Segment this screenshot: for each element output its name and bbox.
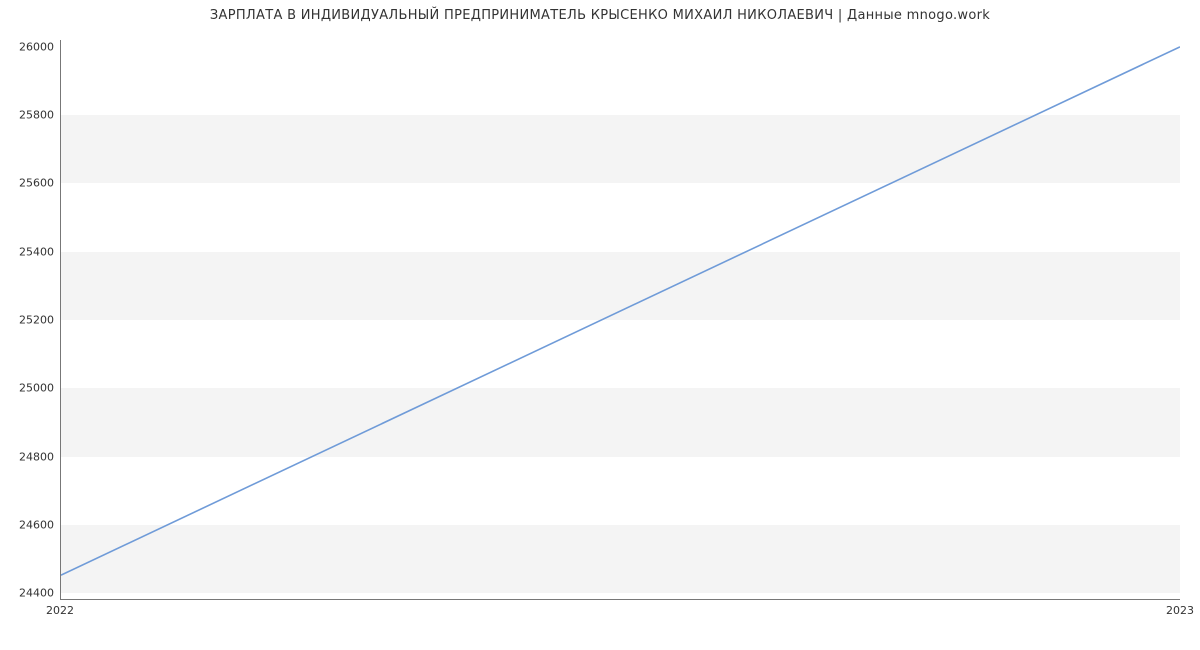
plot-area <box>60 40 1180 600</box>
y-tick-label: 25000 <box>4 382 54 395</box>
line-series <box>61 40 1180 599</box>
y-tick-label: 24600 <box>4 518 54 531</box>
y-tick-label: 25200 <box>4 314 54 327</box>
x-tick-label: 2023 <box>1166 604 1194 617</box>
x-tick-label: 2022 <box>46 604 74 617</box>
y-tick-label: 24800 <box>4 450 54 463</box>
y-tick-label: 25600 <box>4 177 54 190</box>
y-tick-label: 24400 <box>4 587 54 600</box>
y-tick-label: 25400 <box>4 245 54 258</box>
chart-container: ЗАРПЛАТА В ИНДИВИДУАЛЬНЫЙ ПРЕДПРИНИМАТЕЛ… <box>0 0 1200 650</box>
chart-title: ЗАРПЛАТА В ИНДИВИДУАЛЬНЫЙ ПРЕДПРИНИМАТЕЛ… <box>0 8 1200 23</box>
y-tick-label: 25800 <box>4 109 54 122</box>
y-tick-label: 26000 <box>4 40 54 53</box>
